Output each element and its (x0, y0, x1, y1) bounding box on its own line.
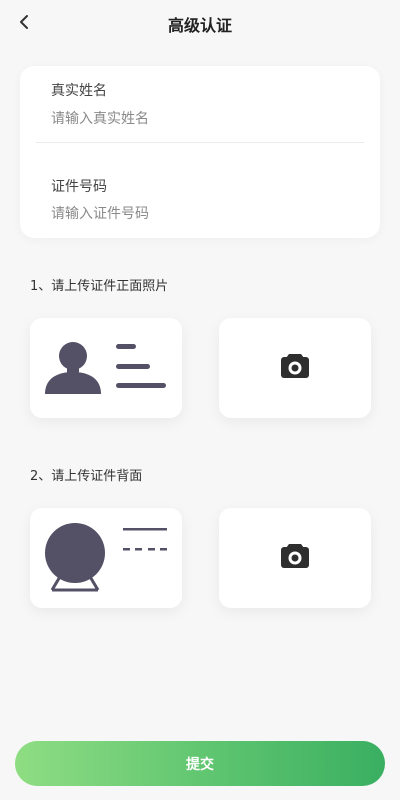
front-sample-card (30, 318, 182, 418)
back-upload-title: 2、请上传证件背面 (30, 469, 143, 484)
front-upload-title: 1、请上传证件正面照片 (30, 279, 169, 294)
real-name-input[interactable] (51, 108, 351, 130)
id-number-input[interactable] (51, 203, 351, 225)
page-title: 高级认证 (167, 16, 232, 35)
form-divider (36, 142, 364, 143)
real-name-label: 真实姓名 (51, 83, 107, 99)
back-sample-card (30, 508, 182, 608)
submit-button[interactable]: 提交 (15, 741, 385, 786)
back-upload-button[interactable] (219, 508, 371, 608)
header: 高级认证 (0, 0, 400, 44)
id-card-back-sample-icon (45, 523, 167, 592)
advanced-verification-page: 高级认证 真实姓名 证件号码 1、请上传证件正面照片 2、请上传证件背面 (0, 0, 400, 800)
id-number-label: 证件号码 (51, 179, 107, 195)
front-upload-button[interactable] (219, 318, 371, 418)
camera-icon (281, 544, 309, 568)
identity-form-card: 真实姓名 证件号码 (20, 66, 380, 238)
id-card-front-sample-icon (45, 342, 166, 394)
camera-icon (281, 354, 309, 378)
